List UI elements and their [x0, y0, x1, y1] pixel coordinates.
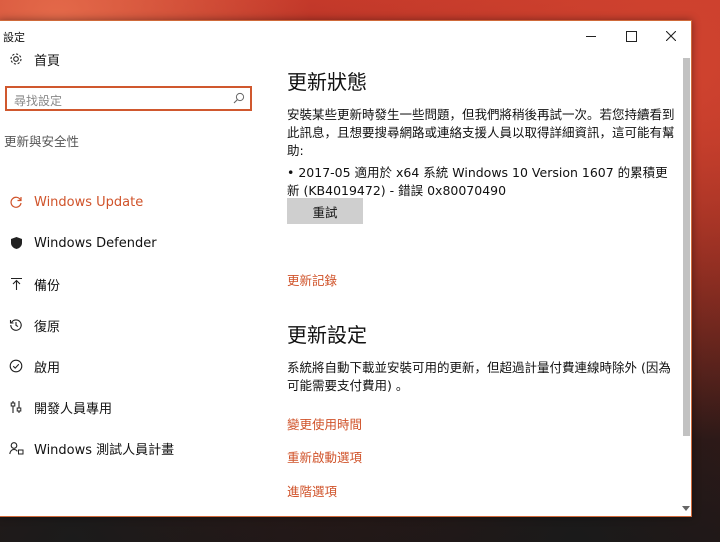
sidebar-item-recovery[interactable]: 復原: [0, 307, 60, 343]
gear-icon: [6, 52, 26, 66]
section-heading: 更新與安全性: [4, 134, 80, 149]
sidebar-item-activation[interactable]: 啟用: [0, 348, 60, 384]
restart-options-link[interactable]: 重新啟動選項: [287, 447, 362, 466]
insider-person-icon: [6, 441, 26, 455]
sidebar-item-insider[interactable]: Windows 測試人員計畫: [0, 430, 174, 466]
developer-sliders-icon: [6, 400, 26, 414]
minimize-button[interactable]: [571, 21, 611, 51]
scroll-down-icon[interactable]: [681, 505, 690, 513]
sidebar-item-label: 開發人員專用: [34, 401, 113, 417]
sidebar-item-label: 啟用: [34, 360, 61, 376]
refresh-icon: [6, 195, 26, 209]
history-icon: [6, 318, 26, 332]
sidebar-item-label: 復原: [34, 319, 61, 335]
search-input[interactable]: 尋找設定: [5, 86, 252, 111]
sidebar-item-label: Windows Update: [34, 194, 144, 210]
scrollbar-thumb[interactable]: [683, 58, 690, 436]
sidebar-item-label: 首頁: [34, 53, 61, 69]
shield-icon: [6, 236, 26, 250]
search-placeholder: 尋找設定: [14, 94, 63, 108]
maximize-icon: [625, 30, 637, 42]
sidebar-item-developers[interactable]: 開發人員專用: [0, 389, 112, 425]
close-button[interactable]: [651, 21, 691, 51]
maximize-button[interactable]: [611, 21, 651, 51]
failed-update-item: • 2017-05 適用於 x64 系統 Windows 10 Version …: [287, 165, 668, 198]
sidebar-item-label: Windows 測試人員計畫: [34, 442, 175, 458]
status-message: 安裝某些更新時發生一些問題，但我們將稍後再試一次。若您持續看到此訊息，且想要搜尋…: [287, 107, 675, 158]
sidebar-item-label: Windows Defender: [34, 235, 157, 251]
title-bar: 設定: [0, 21, 691, 51]
settings-message: 系統將自動下載並安裝可用的更新，但超過計量付費連線時除外 (因為可能需要支付費用…: [287, 360, 671, 393]
update-settings-title: 更新設定: [287, 323, 367, 347]
search-icon: [233, 92, 245, 104]
minimize-icon: [586, 35, 596, 37]
sidebar-item-backup[interactable]: 備份: [0, 266, 60, 302]
close-icon: [666, 31, 676, 41]
upload-arrow-icon: [6, 277, 26, 291]
update-history-link[interactable]: 更新記錄: [287, 270, 337, 289]
sidebar-item-windows-update[interactable]: Windows Update: [0, 184, 143, 220]
advanced-options-link[interactable]: 進階選項: [287, 481, 337, 500]
sidebar-item-label: 備份: [34, 278, 61, 294]
sidebar-item-home[interactable]: 首頁: [0, 41, 60, 77]
check-circle-icon: [6, 359, 26, 373]
update-status-title: 更新狀態: [287, 70, 367, 94]
sidebar-item-windows-defender[interactable]: Windows Defender: [0, 225, 157, 261]
retry-button[interactable]: 重試: [287, 198, 363, 224]
change-active-hours-link[interactable]: 變更使用時間: [287, 414, 362, 433]
